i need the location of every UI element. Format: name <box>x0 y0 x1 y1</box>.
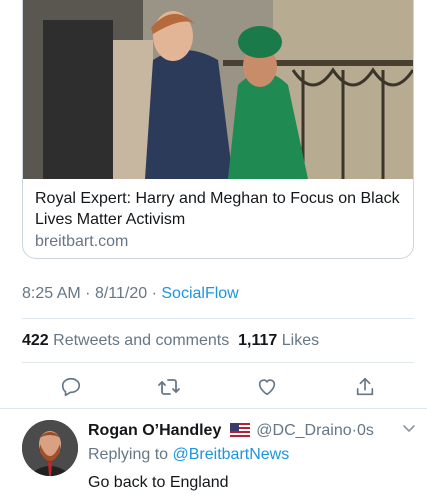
avatar-image <box>22 420 78 476</box>
retweet-icon <box>158 379 180 395</box>
tweet-source[interactable]: SocialFlow <box>161 285 238 302</box>
reply-icon <box>61 377 81 397</box>
tweet-action-bar <box>0 372 427 402</box>
chevron-down-icon[interactable] <box>402 424 416 434</box>
link-card[interactable]: Royal Expert: Harry and Meghan to Focus … <box>22 0 414 259</box>
divider <box>22 318 414 319</box>
reply-button[interactable] <box>56 372 86 402</box>
reply-author-handle[interactable]: @DC_Draino <box>256 422 351 439</box>
divider <box>22 362 414 363</box>
card-image[interactable] <box>23 0 413 179</box>
likes-label[interactable]: Likes <box>282 332 319 349</box>
tweet-timestamp: 8:25 AM · 8/11/20 · SocialFlow <box>22 285 239 303</box>
retweet-button[interactable] <box>154 372 184 402</box>
like-icon <box>258 379 276 396</box>
avatar[interactable] <box>22 420 78 476</box>
timestamp-separator: · <box>151 285 157 302</box>
replying-to-mention[interactable]: @BreitbartNews <box>173 446 290 463</box>
share-icon <box>356 377 374 396</box>
replying-to-prefix: Replying to <box>88 446 169 463</box>
card-photo <box>23 0 413 179</box>
tweet-stats: 422 Retweets and comments 1,117 Likes <box>22 332 319 350</box>
reply-author-name[interactable]: Rogan O’Handley <box>88 422 221 439</box>
tweet-date[interactable]: 8/11/20 <box>95 285 147 302</box>
tweet-time[interactable]: 8:25 AM <box>22 285 81 302</box>
divider <box>0 408 427 409</box>
timestamp-separator: · <box>85 285 91 302</box>
replying-to-line: Replying to @BreitbartNews <box>88 444 418 466</box>
reply-tweet[interactable]: Rogan O’Handley @DC_Draino·0s Replying t… <box>0 410 427 500</box>
us-flag-icon <box>229 423 250 437</box>
card-title[interactable]: Royal Expert: Harry and Meghan to Focus … <box>35 188 405 230</box>
like-button[interactable] <box>252 372 282 402</box>
reply-time[interactable]: 0s <box>357 422 374 439</box>
likes-count[interactable]: 1,117 <box>238 332 277 349</box>
reply-text: Go back to England <box>88 474 229 491</box>
retweets-count[interactable]: 422 <box>22 332 49 349</box>
card-domain: breitbart.com <box>35 233 129 250</box>
retweets-label[interactable]: Retweets and comments <box>53 332 229 349</box>
share-button[interactable] <box>350 372 380 402</box>
